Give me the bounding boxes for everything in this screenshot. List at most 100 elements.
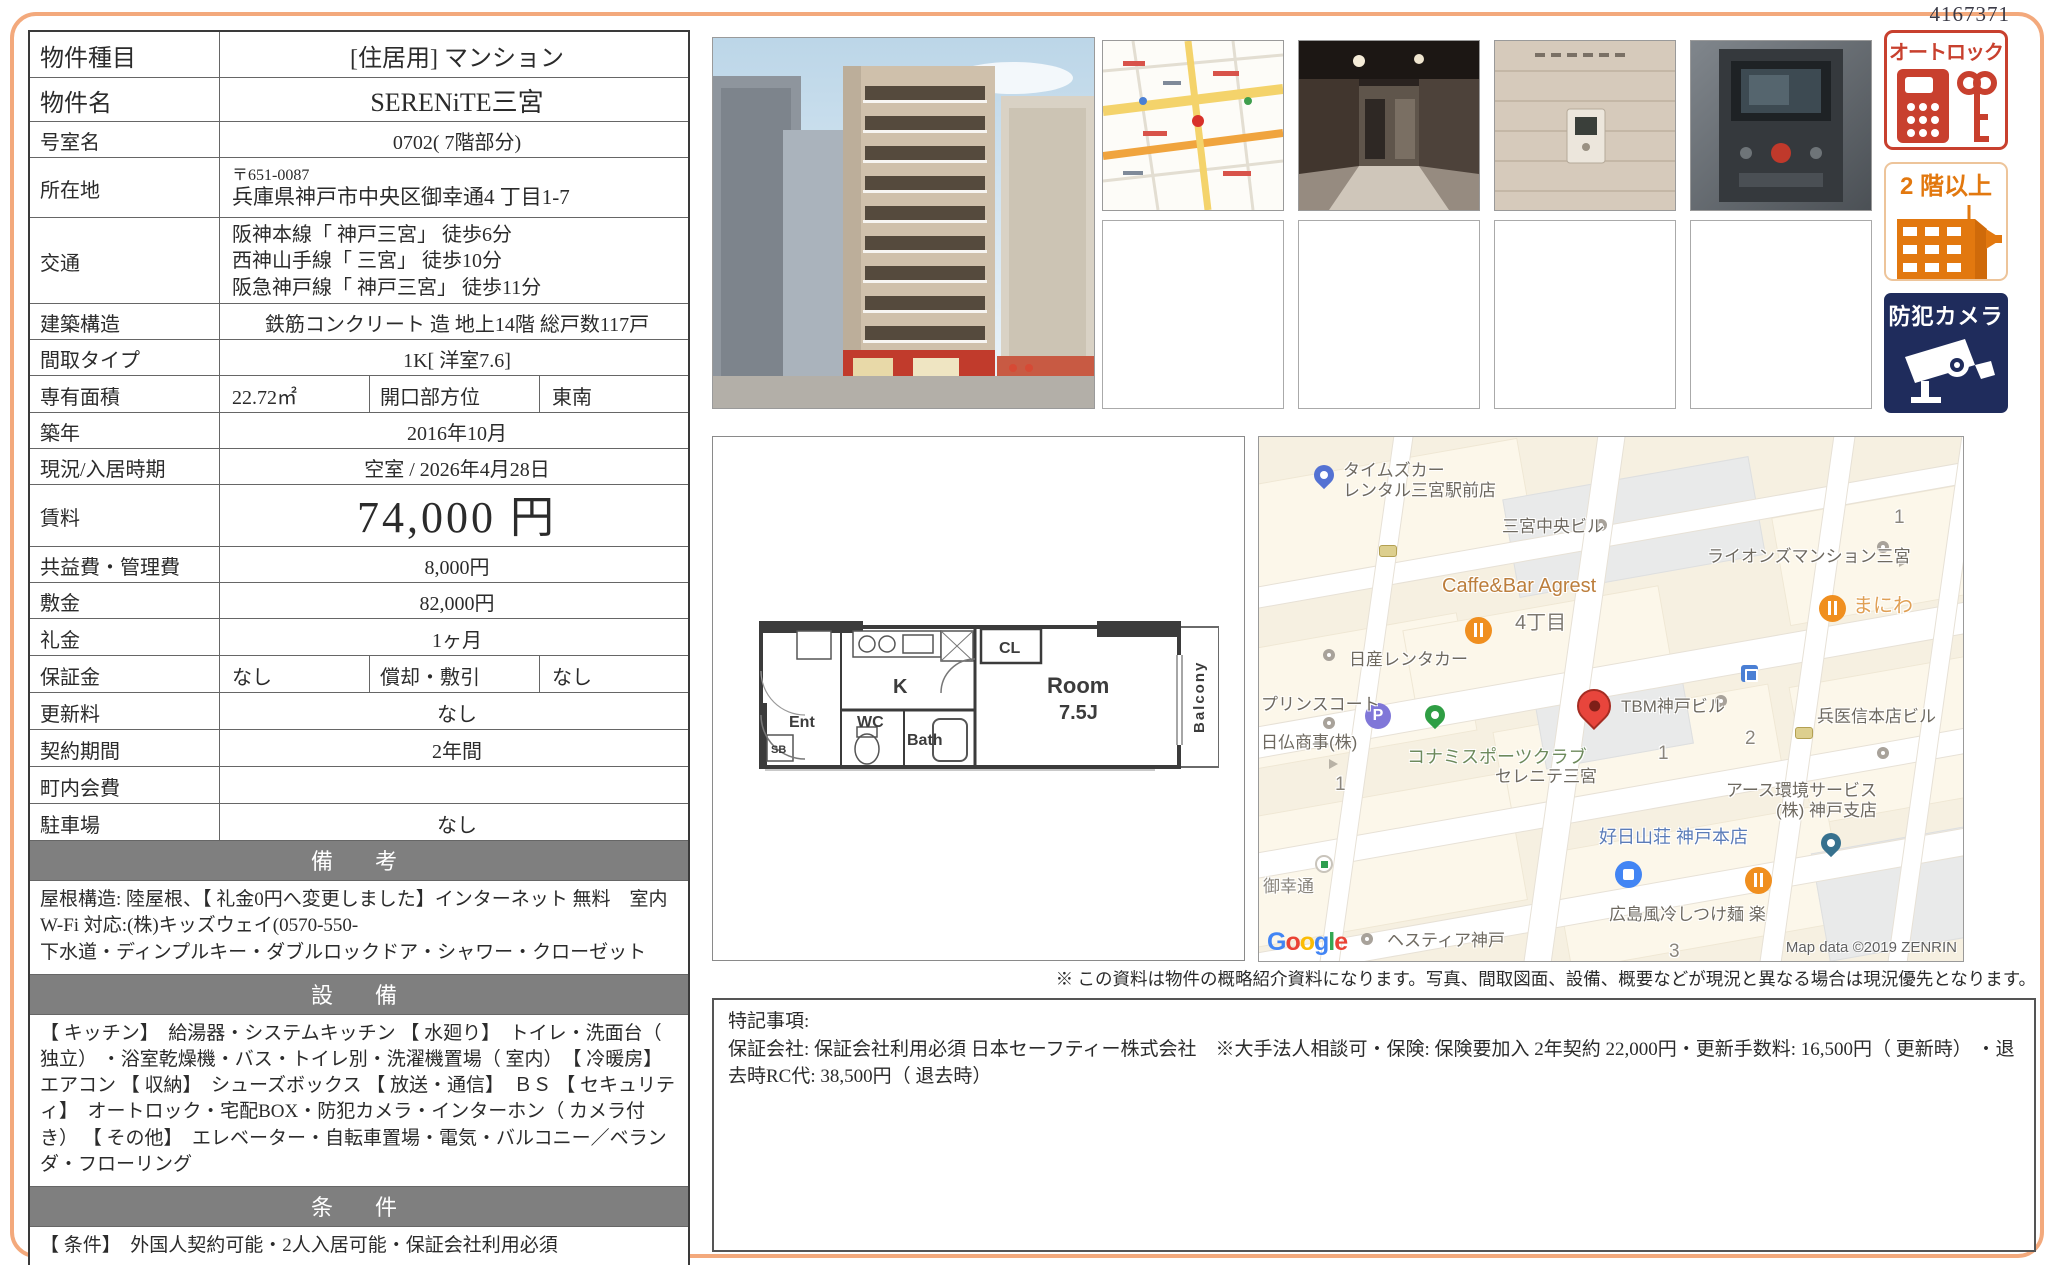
row-label: 物件種目: [30, 32, 220, 77]
autolock-icon: [1891, 65, 2001, 149]
map-label: 3: [1669, 941, 1680, 962]
badge-camera-label: 防犯カメラ: [1884, 299, 2008, 331]
special-notes-title: 特記事項:: [728, 1008, 2020, 1036]
table-row-town-fee: 町内会費: [30, 767, 688, 804]
table-row-type: 物件種目 [住居用] マンション: [30, 32, 688, 78]
postal-code: 〒651-0087: [232, 167, 682, 185]
badge-security-camera: 防犯カメラ: [1884, 293, 2008, 413]
section-header-conditions: 条 件: [30, 1187, 688, 1227]
row-label: 現況/入居時期: [30, 449, 220, 484]
row-value: [住居用] マンション: [220, 32, 688, 77]
direction-value: 東南: [540, 376, 688, 412]
table-row-fees: 共益費・管理費 8,000円: [30, 547, 688, 583]
row-label: 交通: [30, 218, 220, 303]
row-label: 保証金: [30, 656, 220, 692]
table-row-room: 号室名 0702( 7階部分): [30, 122, 688, 158]
kitchen-label: K: [893, 676, 908, 698]
table-row-built: 築年 2016年10月: [30, 413, 688, 449]
map-canvas: Google Map data ©2019 ZENRIN タイムズカー レンタル…: [1259, 437, 1963, 961]
row-label: 町内会費: [30, 767, 220, 803]
row-value: 2年間: [220, 730, 688, 766]
map-pin-station-green-icon: [1315, 855, 1333, 873]
table-row-key-money: 礼金 1ヶ月: [30, 619, 688, 656]
room-size-label: 7.5J: [1059, 702, 1098, 724]
shoebox-label: SB: [771, 744, 786, 756]
amortization-value: なし: [540, 656, 688, 692]
map-pin-dot-icon: [1361, 933, 1373, 945]
google-logo: Google: [1267, 929, 1347, 955]
map-label: ヘスティア神戸: [1387, 931, 1505, 951]
map-pin-dot-icon: [1323, 717, 1335, 729]
special-notes-box: 特記事項: 保証会社: 保証会社利用必須 日本セーフティー株式会社 ※大手法人相…: [712, 998, 2036, 1252]
row-label: 礼金: [30, 619, 220, 655]
table-row-guarantee: 保証金 なし 償却・敷引 なし: [30, 656, 688, 693]
table-row-renewal: 更新料 なし: [30, 693, 688, 730]
table-row-rent: 賃料 74,000 円: [30, 485, 688, 547]
table-row-deposit: 敷金 82,000円: [30, 583, 688, 619]
map-label: 2: [1745, 728, 1756, 750]
map-pin-shop-blue-icon: [1615, 861, 1642, 888]
row-label: 更新料: [30, 693, 220, 729]
table-row-access: 交通 阪神本線「 神戸三宮」 徒歩6分 西神山手線「 三宮」 徒歩10分 阪急神…: [30, 218, 688, 304]
badge-second-floor: 2 階以上: [1884, 162, 2008, 281]
map-label: 日産レンタカー: [1349, 650, 1468, 670]
section-conditions: 【 条件】 外国人契約可能・2人入居可能・保証会社利用必須: [30, 1227, 688, 1265]
row-label: 償却・敷引: [370, 656, 540, 692]
map-label: 1: [1335, 774, 1346, 796]
row-value: 空室 / 2026年4月28日: [220, 449, 688, 484]
row-label: 賃料: [30, 485, 220, 546]
map-label: 好日山荘 神戸本店: [1599, 827, 1748, 848]
row-value: 0702( 7階部分): [220, 122, 688, 157]
section-equipment: 【 キッチン】 給湯器・システムキッチン 【 水廻り】 トイレ・洗面台（ 独立）…: [30, 1015, 688, 1187]
badge-second-floor-label: 2 階以上: [1886, 166, 2006, 201]
map-label: 三宮中央ビル: [1502, 517, 1604, 537]
row-label: 契約期間: [30, 730, 220, 766]
document-id: 4167371: [1930, 2, 2011, 27]
badge-autolock-label: オートロック: [1887, 36, 2005, 65]
table-row-area: 専有面積 22.72㎡ 開口部方位 東南: [30, 376, 688, 413]
row-label: 所在地: [30, 158, 220, 217]
remarks-line: 下水道・ディンプルキー・ダブルロックドア・シャワー・クローゼット: [40, 940, 678, 966]
map-label: 広島風冷しつけ麺 楽: [1609, 905, 1766, 925]
row-label: 建築構造: [30, 304, 220, 339]
row-value: なし: [220, 693, 688, 729]
map-pin-food-icon: [1745, 867, 1772, 894]
section-header-equipment: 設 備: [30, 975, 688, 1015]
row-label: 物件名: [30, 78, 220, 121]
row-value: 2016年10月: [220, 413, 688, 448]
row-label: 築年: [30, 413, 220, 448]
map-pin-busdots-icon: [1379, 545, 1397, 557]
row-value: 鉄筋コンクリート 造 地上14階 総戸数117戸: [220, 304, 688, 339]
photo-intercom-panel: [1690, 40, 1872, 211]
wc-label: WC: [857, 714, 884, 731]
remarks-line: W-Fi 対応:(株)キッズウェイ(0570-550-: [40, 913, 678, 939]
row-label: 駐車場: [30, 804, 220, 840]
map-label: 1: [1658, 743, 1669, 765]
special-notes-text: 保証会社: 保証会社利用必須 日本セーフティー株式会社 ※大手法人相談可・保険:…: [728, 1036, 2020, 1091]
floor-plan: Balcony CL: [712, 436, 1245, 961]
access-line: 阪急神戸線「 神戸三宮」 徒歩11分: [232, 275, 682, 301]
table-row-name: 物件名 SERENiTE三宮: [30, 78, 688, 122]
room-label: Room: [1047, 673, 1109, 698]
disclaimer-note: ※ この資料は物件の概略紹介資料になります。写真、間取図面、設備、概要などが現況…: [900, 966, 2036, 991]
photo-map-thumbnail: [1102, 40, 1284, 211]
badge-autolock: オートロック: [1884, 30, 2008, 150]
row-value: なし: [220, 804, 688, 840]
map-label: アース環境サービス (株) 神戸支店: [1687, 781, 1877, 820]
section-remarks: 屋根構造: 陸屋根、【 礼金0円へ変更しました】インターネット 無料 室内 W-…: [30, 881, 688, 975]
property-table: 物件種目 [住居用] マンション 物件名 SERENiTE三宮 号室名 0702…: [28, 30, 690, 1265]
map-label: 1: [1894, 507, 1905, 529]
map-label: プリンスコート: [1261, 695, 1380, 715]
closet-label: CL: [999, 640, 1021, 657]
row-label: 号室名: [30, 122, 220, 157]
map-pin-busdots-icon: [1795, 727, 1813, 739]
row-value: 〒651-0087 兵庫県神戸市中央区御幸通4 丁目1-7: [220, 158, 688, 217]
photo-entrance-wall-sign: [1494, 40, 1676, 211]
map-label: 兵医信本店ビル: [1817, 707, 1936, 727]
table-row-layout: 間取タイプ 1K[ 洋室7.6]: [30, 340, 688, 376]
row-label: 開口部方位: [370, 376, 540, 412]
photo-entrance-corridor: [1298, 40, 1480, 211]
row-label: 敷金: [30, 583, 220, 618]
table-row-structure: 建築構造 鉄筋コンクリート 造 地上14階 総戸数117戸: [30, 304, 688, 340]
photo-placeholder: [1690, 220, 1872, 409]
